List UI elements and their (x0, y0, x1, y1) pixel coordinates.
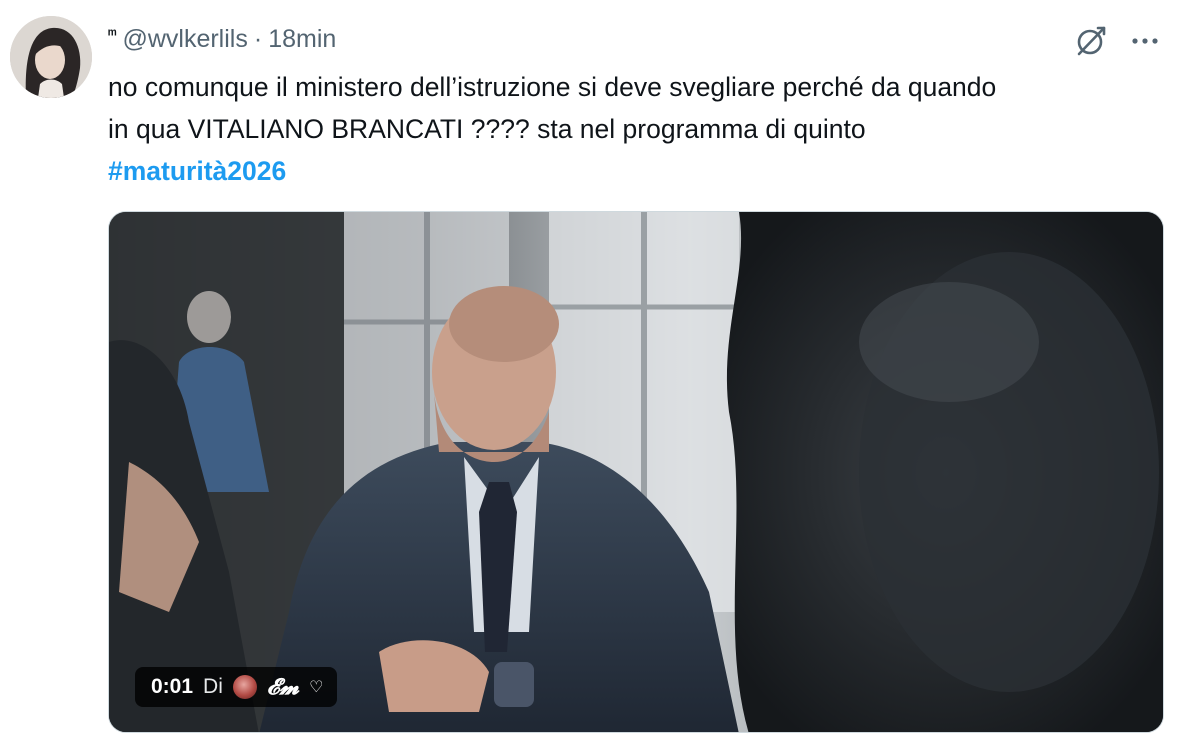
tweet-header: ᵐ @wvlkerlils · 18min (108, 24, 336, 54)
display-name[interactable]: ᵐ (108, 26, 116, 43)
tweet-text-line: in qua VITALIANO BRANCATI ???? sta nel p… (108, 114, 866, 144)
tweet-text: no comunque il ministero dell’istruzione… (108, 66, 1178, 192)
video-timestamp: 0:01 (151, 675, 194, 698)
video-source-prefix: Di (203, 675, 223, 698)
video-player[interactable]: 0:01 Di 𝓔𝓶 ♡ (108, 211, 1164, 733)
video-info-badge: 0:01 Di 𝓔𝓶 ♡ (135, 667, 338, 707)
tweet[interactable]: ᵐ @wvlkerlils · 18min no comunque il min… (0, 0, 1200, 740)
video-frame (109, 212, 1163, 732)
grok-icon[interactable] (1074, 24, 1108, 58)
tweet-timestamp[interactable]: 18min (268, 25, 336, 54)
hashtag-link[interactable]: #maturità2026 (108, 150, 1178, 192)
heart-icon: ♡ (309, 679, 324, 696)
source-avatar-icon[interactable] (232, 675, 257, 699)
tweet-text-line: no comunque il ministero dell’istruzione… (108, 72, 997, 102)
avatar[interactable] (10, 16, 92, 98)
more-icon[interactable] (1128, 24, 1162, 58)
user-handle[interactable]: @wvlkerlils (122, 25, 247, 54)
video-source-name[interactable]: 𝓔𝓶 (267, 674, 299, 700)
avatar-image (10, 16, 92, 98)
header-separator: · (253, 24, 263, 53)
